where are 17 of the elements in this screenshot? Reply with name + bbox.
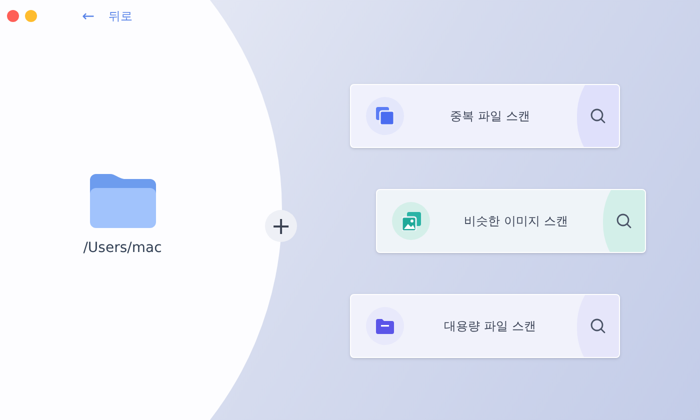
search-icon [590, 318, 606, 334]
folder-icon [90, 174, 156, 228]
scan-card[interactable]: 중복 파일 스캔 [350, 84, 620, 148]
add-button[interactable]: + [265, 210, 297, 242]
scan-card[interactable]: 비슷한 이미지 스캔 [376, 189, 646, 253]
stacked-squares-icon [376, 107, 394, 125]
folder-path: /Users/mac [83, 238, 162, 258]
scan-label: 비슷한 이미지 스캔 [463, 213, 569, 230]
scan-card[interactable]: 대용량 파일 스캔 [350, 294, 620, 358]
back-button[interactable]: ← 뒤로 [82, 4, 133, 28]
scan-label: 중복 파일 스캔 [449, 108, 531, 125]
search-icon [616, 213, 632, 229]
image-icon [402, 212, 420, 230]
search-icon [590, 108, 606, 124]
back-arrow-icon: ← [82, 4, 95, 28]
scan-label: 대용량 파일 스캔 [443, 318, 537, 335]
folder-icon [376, 318, 394, 334]
